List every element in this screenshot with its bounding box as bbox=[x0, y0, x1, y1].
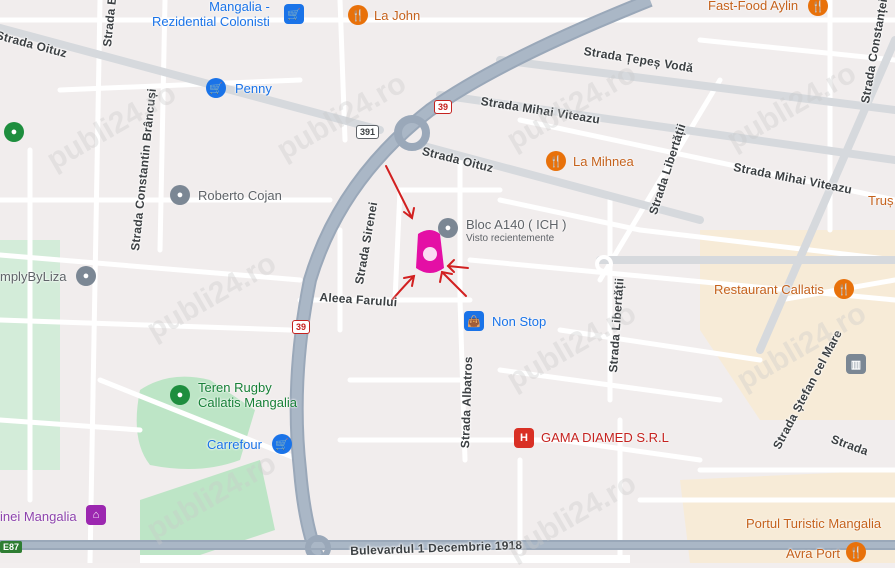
road-shield-e87: E87 bbox=[0, 541, 23, 553]
restaurant-icon[interactable]: 🍴 bbox=[846, 542, 866, 562]
poi-gama-diamed[interactable]: GAMA DIAMED S.R.L bbox=[541, 430, 669, 445]
poi-la-john[interactable]: La John bbox=[374, 8, 420, 23]
restaurant-icon[interactable]: 🍴 bbox=[834, 279, 854, 299]
shopping-cart-icon[interactable]: 🛒 bbox=[272, 434, 292, 454]
poi-roberto-cojan[interactable]: Roberto Cojan bbox=[198, 188, 282, 203]
poi-teren-rugby[interactable]: Teren Rugby Callatis Mangalia bbox=[198, 380, 297, 410]
poi-penny[interactable]: Penny bbox=[235, 81, 272, 96]
road-shield-39: 39 bbox=[434, 100, 453, 114]
park-icon[interactable]: ● bbox=[4, 122, 24, 142]
restaurant-icon[interactable]: 🍴 bbox=[546, 151, 566, 171]
map-canvas[interactable]: 391 39 39 E87 Strada Oituz Strada Țepeș … bbox=[0, 0, 895, 567]
place-icon[interactable]: ● bbox=[438, 218, 458, 238]
road-shield-391: 391 bbox=[356, 125, 380, 139]
shopping-bag-icon[interactable]: 👜 bbox=[464, 311, 484, 331]
poi-bloc-a140[interactable]: Bloc A140 ( ICH ) bbox=[466, 217, 566, 232]
place-icon[interactable]: ● bbox=[76, 266, 96, 286]
place-icon[interactable]: ● bbox=[170, 185, 190, 205]
poi-carrefour[interactable]: Carrefour bbox=[207, 437, 262, 452]
restaurant-icon[interactable]: 🍴 bbox=[348, 5, 368, 25]
landmark-icon[interactable]: ▥ bbox=[846, 354, 866, 374]
shopping-cart-icon[interactable]: 🛒 bbox=[284, 4, 304, 24]
poi-avra-port[interactable]: Avra Port bbox=[786, 546, 840, 561]
poi-mangalia-rezidential[interactable]: Mangalia - Rezidential Colonisti bbox=[152, 0, 270, 29]
poi-simplybyliza[interactable]: mplyByLiza bbox=[0, 269, 66, 284]
poi-la-mihnea[interactable]: La Mihnea bbox=[573, 154, 634, 169]
shopping-cart-icon[interactable]: 🛒 bbox=[206, 78, 226, 98]
poi-trus[interactable]: Truș bbox=[868, 193, 894, 208]
park-icon[interactable]: ● bbox=[170, 385, 190, 405]
poi-restaurant-callatis[interactable]: Restaurant Callatis bbox=[714, 282, 824, 297]
poi-non-stop[interactable]: Non Stop bbox=[492, 314, 546, 329]
museum-icon[interactable]: ⌂ bbox=[86, 505, 106, 525]
hospital-icon[interactable]: H bbox=[514, 428, 534, 448]
road-shield-39: 39 bbox=[292, 320, 311, 334]
poi-bloc-subtitle: Visto recientemente bbox=[466, 233, 555, 244]
poi-muzeu-mangalia[interactable]: inei Mangalia bbox=[0, 509, 77, 524]
poi-portul-turistic[interactable]: Portul Turistic Mangalia bbox=[746, 516, 881, 531]
poi-fast-food-aylin[interactable]: Fast-Food Aylin bbox=[708, 0, 798, 13]
